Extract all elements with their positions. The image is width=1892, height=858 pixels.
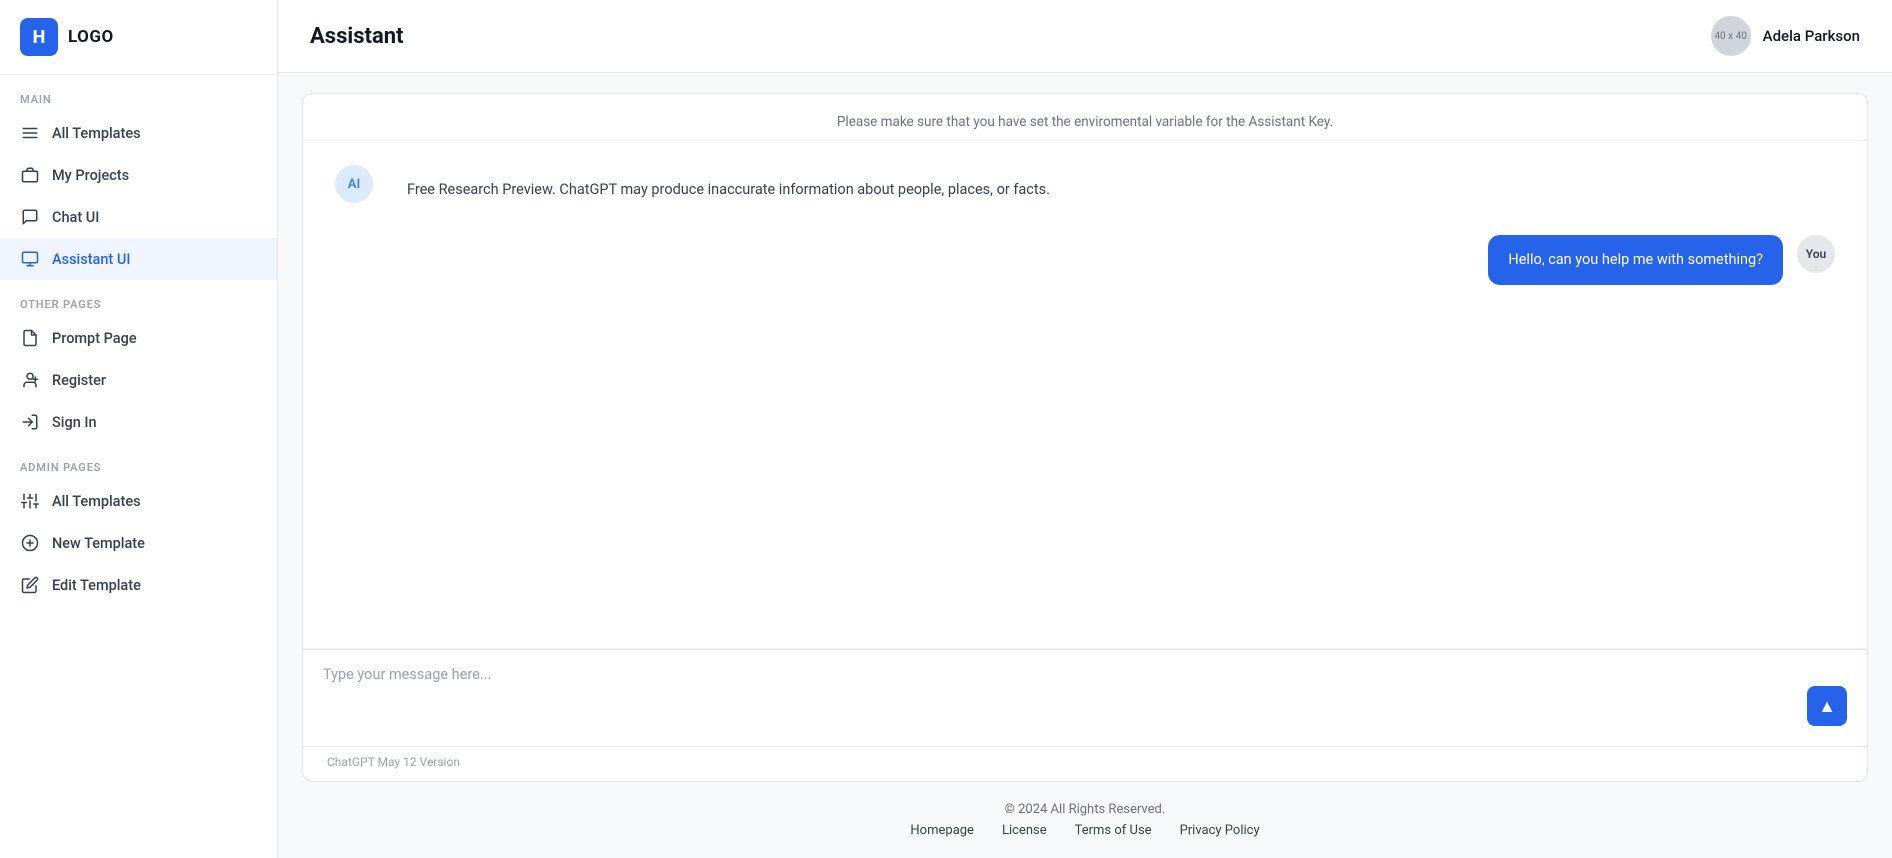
send-icon: ▲ — [1818, 696, 1836, 717]
sidebar-item-my-projects[interactable]: My Projects — [0, 154, 277, 196]
file-icon — [20, 328, 40, 348]
user-name: Adela Parkson — [1763, 27, 1860, 45]
footer-link-privacy[interactable]: Privacy Policy — [1180, 823, 1260, 838]
sidebar-item-edit-template[interactable]: Edit Template — [0, 564, 277, 606]
ai-message-text: Free Research Preview. ChatGPT may produ… — [407, 181, 1050, 198]
message-row-user: You Hello, can you help me with somethin… — [335, 235, 1835, 285]
footer-link-license[interactable]: License — [1002, 823, 1047, 838]
edit-icon — [20, 575, 40, 595]
sidebar-item-admin-all-templates[interactable]: All Templates — [0, 480, 277, 522]
footer-link-homepage[interactable]: Homepage — [910, 823, 974, 838]
sidebar-item-prompt-page[interactable]: Prompt Page — [0, 317, 277, 359]
plus-circle-icon — [20, 533, 40, 553]
footer: © 2024 All Rights Reserved. Homepage Lic… — [278, 782, 1892, 858]
sidebar-item-sign-in[interactable]: Sign In — [0, 401, 277, 443]
user-info: 40 x 40 Adela Parkson — [1711, 16, 1860, 56]
user-plus-icon — [20, 370, 40, 390]
chat-divider — [303, 648, 1867, 649]
avatar: 40 x 40 — [1711, 16, 1751, 56]
sidebar-label: Register — [52, 372, 106, 389]
sidebar-label: Assistant UI — [52, 251, 130, 268]
page-title: Assistant — [310, 24, 404, 49]
section-label-main: MAIN — [0, 75, 277, 112]
footer-link-terms[interactable]: Terms of Use — [1075, 823, 1152, 838]
footer-links: Homepage License Terms of Use Privacy Po… — [278, 823, 1892, 838]
logo-icon: H — [20, 18, 58, 56]
sidebar-label: All Templates — [52, 493, 141, 510]
chat-icon — [20, 207, 40, 227]
ai-avatar: AI — [335, 165, 373, 203]
sidebar-item-chat-ui[interactable]: Chat UI — [0, 196, 277, 238]
sidebar-label: All Templates — [52, 125, 141, 142]
user-message-bubble: Hello, can you help me with something? — [1488, 235, 1783, 285]
topbar: Assistant 40 x 40 Adela Parkson — [278, 0, 1892, 73]
message-input-wrapper: ▲ — [303, 650, 1867, 746]
chat-version: ChatGPT May 12 Version — [302, 747, 1868, 782]
sidebar-label: My Projects — [52, 167, 129, 184]
section-label-other-pages: OTHER PAGES — [0, 280, 277, 317]
sidebar-label: Prompt Page — [52, 330, 137, 347]
monitor-icon — [20, 249, 40, 269]
chat-container: Please make sure that you have set the e… — [302, 93, 1868, 650]
sidebar-item-register[interactable]: Register — [0, 359, 277, 401]
sign-in-icon — [20, 412, 40, 432]
sidebar-item-all-templates[interactable]: All Templates — [0, 112, 277, 154]
message-row-ai: AI Free Research Preview. ChatGPT may pr… — [335, 165, 1835, 215]
footer-copyright: © 2024 All Rights Reserved. — [278, 802, 1892, 817]
logo-text: LOGO — [68, 27, 114, 47]
section-label-admin-pages: ADMIN PAGES — [0, 443, 277, 480]
menu-icon — [20, 123, 40, 143]
main-content: Assistant 40 x 40 Adela Parkson Please m… — [278, 0, 1892, 858]
ai-message-bubble: Free Research Preview. ChatGPT may produ… — [387, 165, 1070, 215]
sidebar-item-new-template[interactable]: New Template — [0, 522, 277, 564]
sidebar: H LOGO MAIN All Templates My Projects Ch… — [0, 0, 278, 858]
env-notice: Please make sure that you have set the e… — [303, 94, 1867, 141]
message-input[interactable] — [323, 666, 1797, 726]
user-message-text: Hello, can you help me with something? — [1508, 251, 1763, 268]
briefcase-icon — [20, 165, 40, 185]
user-avatar: You — [1797, 235, 1835, 273]
sidebar-label: Chat UI — [52, 209, 99, 226]
sliders-icon — [20, 491, 40, 511]
chat-messages: AI Free Research Preview. ChatGPT may pr… — [303, 141, 1867, 648]
avatar-label: 40 x 40 — [1714, 31, 1746, 42]
sidebar-label: Edit Template — [52, 577, 141, 594]
sidebar-header: H LOGO — [0, 0, 277, 75]
sidebar-item-assistant-ui[interactable]: Assistant UI — [0, 238, 277, 280]
send-button[interactable]: ▲ — [1807, 686, 1847, 726]
sidebar-label: Sign In — [52, 414, 97, 431]
input-section: ▲ — [302, 650, 1868, 747]
sidebar-label: New Template — [52, 535, 145, 552]
